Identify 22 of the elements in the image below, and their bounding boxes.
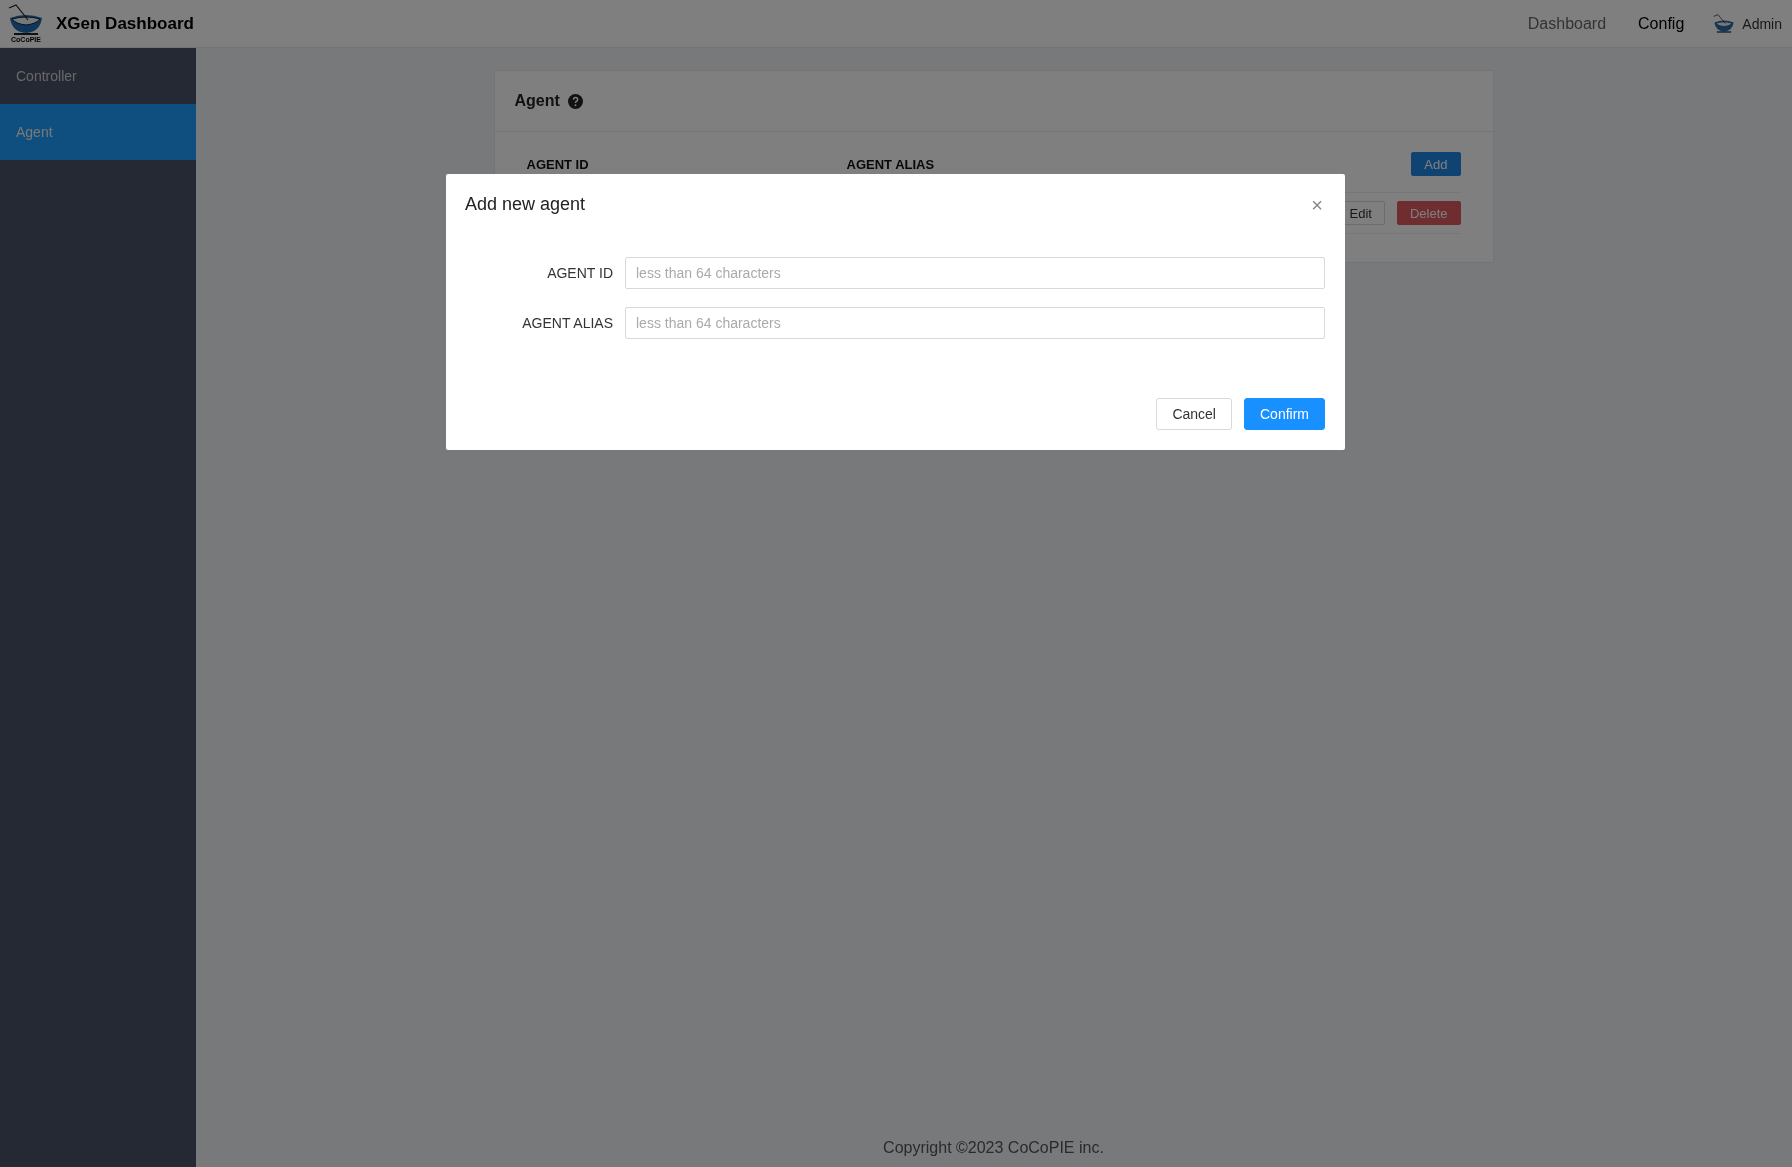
user-name[interactable]: Admin (1742, 15, 1782, 32)
footer-text: Copyright ©2023 CoCoPIE inc. (883, 1139, 1104, 1157)
close-button[interactable]: × (1309, 194, 1325, 215)
card-title: Agent (514, 92, 560, 110)
app-title: XGen Dashboard (56, 13, 194, 34)
input-field[interactable]: less than 64 characters (625, 257, 1325, 289)
add-button[interactable]: Add (1411, 152, 1461, 176)
nav-link[interactable]: Dashboard (1527, 14, 1607, 33)
column-header: AGENT ID (526, 156, 590, 172)
sidebar-item[interactable]: Controller (0, 48, 196, 104)
input-field[interactable]: less than 64 characters (625, 307, 1325, 339)
cancel-button[interactable]: Cancel (1156, 398, 1232, 430)
delete-button[interactable]: Delete (1396, 201, 1461, 225)
modal-title: Add new agent (465, 194, 586, 215)
confirm-button[interactable]: Confirm (1244, 398, 1325, 430)
help-icon[interactable] (567, 93, 583, 109)
field-label: AGENT ALIAS (521, 315, 613, 331)
nav-link[interactable]: Config (1638, 14, 1685, 33)
avatar-icon (1712, 13, 1737, 34)
field-label: AGENT ID (546, 265, 613, 281)
column-header: AGENT ALIAS (846, 156, 936, 172)
sidebar-item[interactable]: Agent (0, 104, 196, 160)
